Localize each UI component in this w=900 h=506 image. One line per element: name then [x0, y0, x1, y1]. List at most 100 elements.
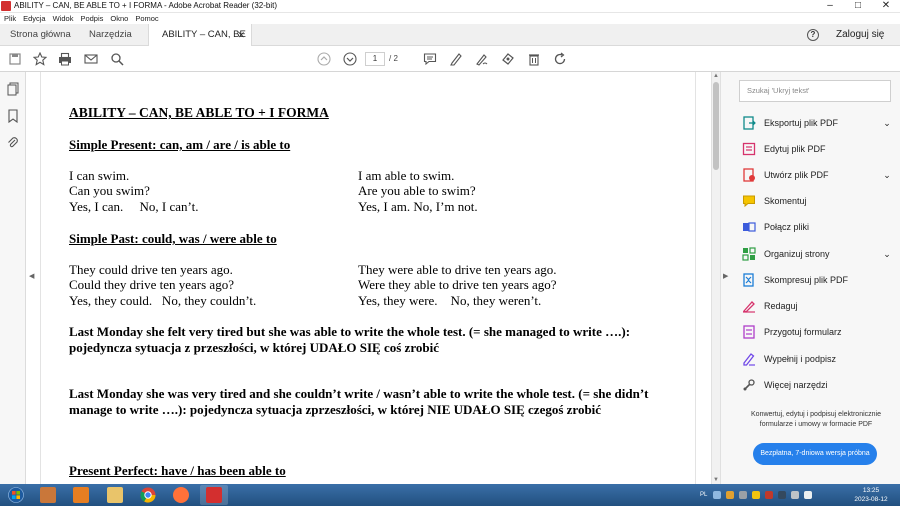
present-perfect-heading: Present Perfect: have / has been able to — [69, 463, 286, 478]
volume-icon[interactable] — [804, 491, 813, 499]
combine-files-icon — [742, 220, 756, 234]
taskbar-media-player-icon[interactable] — [67, 485, 95, 505]
menu-view[interactable]: Widok — [53, 13, 74, 24]
tray-app-icon[interactable] — [765, 491, 774, 499]
expand-chevron-icon[interactable]: ⌄ — [882, 118, 892, 129]
tool-label: Eksportuj plik PDF — [764, 118, 839, 128]
rotate-icon[interactable] — [552, 51, 568, 67]
tool-fill-sign[interactable]: Wypełnij i podpisz — [742, 349, 892, 369]
past-left-line: Could they drive ten years ago? — [69, 277, 234, 292]
delete-icon[interactable] — [526, 51, 542, 67]
past-left-line: Yes, they could. No, they couldn’t. — [69, 293, 257, 308]
language-indicator[interactable]: PL — [700, 492, 707, 498]
tool-comment[interactable]: Skomentuj — [742, 191, 892, 211]
menu-window[interactable]: Okno — [110, 13, 128, 24]
windows-taskbar: PL 13:25 2023-08-12 — [0, 484, 900, 506]
tool-label: Połącz pliki — [764, 222, 810, 232]
bookmark-star-icon[interactable] — [32, 51, 48, 67]
prepare-form-icon — [742, 325, 756, 339]
attachments-icon[interactable] — [6, 136, 20, 150]
close-window-button[interactable]: ✕ — [872, 0, 900, 13]
tool-redact[interactable]: Redaguj — [742, 296, 892, 316]
network-icon[interactable] — [791, 491, 800, 499]
system-tray: PL — [700, 484, 817, 506]
tool-prepare-form[interactable]: Przygotuj formularz — [742, 322, 892, 342]
document-heading: ABILITY – CAN, BE ABLE TO + I FORMA — [69, 105, 329, 120]
start-button[interactable] — [2, 485, 30, 505]
fill-sign-icon — [742, 352, 756, 366]
tool-label: Utwórz plik PDF — [764, 170, 829, 180]
maximize-button[interactable]: □ — [844, 0, 872, 13]
tool-label: Skompresuj plik PDF — [764, 275, 849, 285]
tools-pane: Szukaj 'Ukryj tekst' Eksportuj plik PDF … — [730, 72, 900, 484]
scrollbar-thumb[interactable] — [713, 82, 719, 170]
tray-app-icon[interactable] — [726, 491, 735, 499]
stamp-icon[interactable] — [500, 51, 516, 67]
main-toolbar: 1 / 2 — [0, 46, 900, 72]
collapse-right-pane-icon[interactable]: ▶ — [723, 272, 728, 280]
scroll-up-icon[interactable]: ▲ — [713, 73, 719, 79]
past-left-line: They could drive ten years ago. — [69, 262, 233, 277]
tool-export-pdf[interactable]: Eksportuj plik PDF ⌄ — [742, 113, 892, 133]
tray-show-hidden-icon[interactable] — [713, 491, 722, 499]
sign-in-link[interactable]: Zaloguj się — [836, 24, 884, 46]
taskbar-firefox-icon[interactable] — [167, 485, 195, 505]
vertical-scrollbar[interactable]: ▲ ▼ — [711, 72, 720, 484]
tool-label: Edytuj plik PDF — [764, 144, 826, 154]
menu-sign[interactable]: Podpis — [80, 13, 103, 24]
comment-tool-icon[interactable] — [422, 51, 438, 67]
page-thumbnails-icon[interactable] — [6, 82, 20, 96]
tool-combine-files[interactable]: Połącz pliki — [742, 217, 892, 237]
paragraph-unable-line: manage to write ….): pojedyncza sytuacja… — [69, 402, 602, 417]
present-right-line: Are you able to swim? — [358, 183, 476, 198]
paragraph-able-line: Last Monday she felt very tired but she … — [69, 324, 631, 339]
help-icon[interactable]: ? — [807, 29, 819, 41]
highlight-pen-icon[interactable] — [448, 51, 464, 67]
taskbar-paint-icon[interactable] — [34, 485, 62, 505]
zoom-search-icon[interactable] — [109, 51, 125, 67]
tool-create-pdf[interactable]: Utwórz plik PDF ⌄ — [742, 165, 892, 185]
tool-edit-pdf[interactable]: Edytuj plik PDF — [742, 139, 892, 159]
taskbar-clock[interactable]: 13:25 2023-08-12 — [851, 486, 891, 504]
email-icon[interactable] — [83, 51, 99, 67]
more-tools-icon — [742, 378, 756, 392]
menu-help[interactable]: Pomoc — [135, 13, 158, 24]
previous-page-icon[interactable] — [316, 51, 332, 67]
tool-label: Więcej narzędzi — [764, 380, 828, 390]
paragraph-able-line: pojedyncza sytuacja z przeszłości, w któ… — [69, 340, 439, 355]
taskbar-file-explorer-icon[interactable] — [101, 485, 129, 505]
tab-tools[interactable]: Narzędzia — [89, 24, 132, 46]
menu-file[interactable]: Plik — [4, 13, 16, 24]
menu-edit[interactable]: Edycja — [23, 13, 46, 24]
tool-label: Skomentuj — [764, 196, 807, 206]
document-viewer[interactable]: ABILITY – CAN, BE ABLE TO + I FORMA Simp… — [27, 72, 711, 484]
tray-app-icon[interactable] — [752, 491, 761, 499]
expand-chevron-icon[interactable]: ⌄ — [882, 170, 892, 181]
page-number-input[interactable]: 1 — [365, 52, 385, 66]
minimize-button[interactable]: – — [816, 0, 844, 13]
draw-sign-icon[interactable] — [474, 51, 490, 67]
right-pane-toggle[interactable]: ▶ — [720, 72, 730, 484]
expand-chevron-icon[interactable]: ⌄ — [882, 249, 892, 260]
tray-app-icon[interactable] — [739, 491, 748, 499]
collapse-left-pane-icon[interactable]: ◀ — [29, 272, 34, 280]
tool-compress-pdf[interactable]: Skompresuj plik PDF — [742, 270, 892, 290]
next-page-icon[interactable] — [342, 51, 358, 67]
bookmarks-icon[interactable] — [6, 109, 20, 124]
tool-organize-pages[interactable]: Organizuj strony ⌄ — [742, 244, 892, 264]
clock-time: 13:25 — [862, 487, 880, 494]
scroll-down-icon[interactable]: ▼ — [713, 477, 719, 483]
tool-more-tools[interactable]: Więcej narzędzi — [742, 375, 892, 395]
taskbar-acrobat-icon[interactable] — [200, 485, 228, 505]
present-left-line: Can you swim? — [69, 183, 150, 198]
free-trial-button[interactable]: Bezpłatna, 7-dniowa wersja próbna — [753, 443, 877, 465]
tab-home[interactable]: Strona główna — [10, 24, 71, 46]
tools-search-input[interactable]: Szukaj 'Ukryj tekst' — [739, 80, 891, 102]
tray-app-icon[interactable] — [778, 491, 787, 499]
taskbar-chrome-icon[interactable] — [134, 485, 162, 505]
close-tab-icon[interactable]: ✕ — [237, 24, 245, 46]
redact-icon — [742, 299, 756, 313]
save-icon[interactable] — [7, 51, 23, 67]
print-icon[interactable] — [57, 51, 73, 67]
tab-document[interactable]: ABILITY – CAN, BE ... ✕ — [148, 24, 252, 62]
